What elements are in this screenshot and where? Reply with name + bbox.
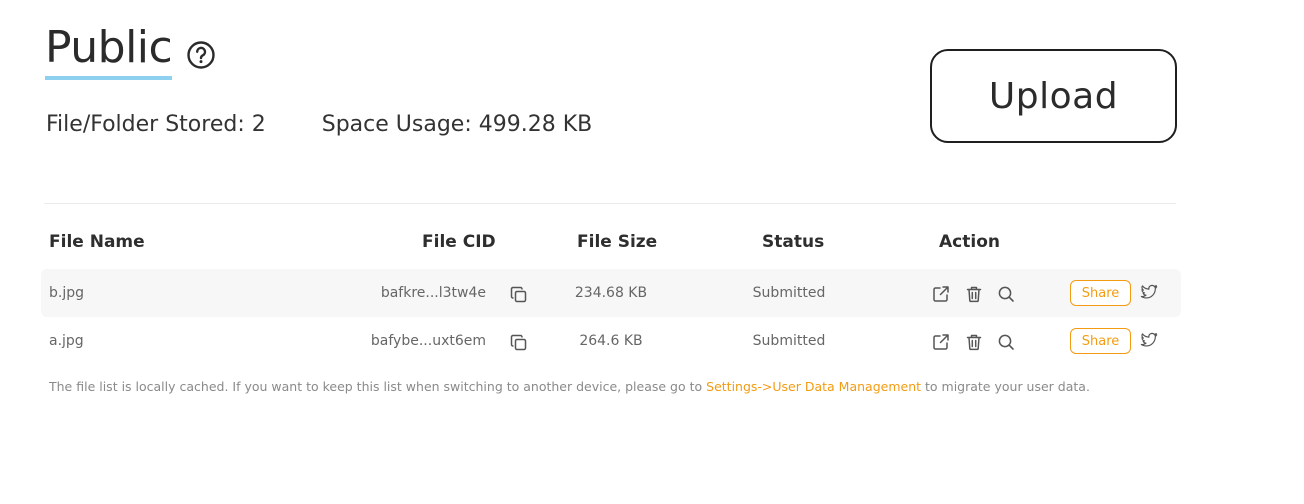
public-files-page: Public File/Folder Stored: 2 Space Usage… (0, 0, 1304, 504)
file-cid: bafkre...l3tw4e (380, 285, 486, 301)
copy-icon[interactable] (509, 285, 529, 305)
table-row: a.jpg bafybe...uxt6em 264.6 KB Submitted… (41, 317, 1181, 365)
copy-icon[interactable] (509, 333, 529, 353)
file-name: a.jpg (49, 333, 84, 349)
file-status: Submitted (752, 333, 826, 349)
share-button[interactable]: Share (1070, 328, 1131, 354)
storage-stats: File/Folder Stored: 2 Space Usage: 499.2… (46, 112, 592, 137)
table-header: File Name File CID File Size Status Acti… (41, 228, 1181, 258)
footnote-text: The file list is locally cached. If you … (49, 379, 707, 394)
files-stored-value: 2 (251, 112, 266, 137)
question-circle-icon[interactable] (186, 40, 216, 70)
space-usage-value: 499.28 KB (478, 112, 593, 137)
column-header-file-name: File Name (49, 232, 145, 252)
divider (44, 203, 1176, 204)
column-header-file-cid: File CID (422, 232, 496, 252)
external-link-icon[interactable] (931, 332, 951, 352)
external-link-icon[interactable] (931, 284, 951, 304)
table-row: b.jpg bafkre...l3tw4e 234.68 KB Submitte… (41, 269, 1181, 317)
page-title: Public (45, 22, 173, 80)
column-header-file-size: File Size (577, 232, 658, 252)
trash-icon[interactable] (964, 284, 984, 304)
files-stored-stat: File/Folder Stored: 2 (46, 112, 266, 137)
column-header-action: Action (939, 232, 1000, 252)
space-usage-stat: Space Usage: 499.28 KB (322, 112, 593, 137)
file-size: 234.68 KB (574, 285, 648, 301)
settings-user-data-link[interactable]: Settings->User Data Management (706, 379, 921, 394)
space-usage-label: Space Usage: (321, 112, 472, 137)
file-cid: bafybe...uxt6em (370, 333, 486, 349)
upload-button[interactable]: Upload (930, 49, 1177, 143)
twitter-icon[interactable] (1139, 282, 1159, 302)
cache-footnote: The file list is locally cached. If you … (49, 379, 1090, 394)
search-icon[interactable] (996, 332, 1016, 352)
search-icon[interactable] (996, 284, 1016, 304)
share-button[interactable]: Share (1070, 280, 1131, 306)
file-status: Submitted (752, 285, 826, 301)
twitter-icon[interactable] (1139, 330, 1159, 350)
footnote-text-end: to migrate your user data. (921, 379, 1090, 394)
trash-icon[interactable] (964, 332, 984, 352)
title-area: Public (45, 22, 216, 80)
file-name: b.jpg (49, 285, 84, 301)
column-header-status: Status (762, 232, 825, 252)
files-stored-label: File/Folder Stored: (46, 112, 245, 137)
file-size: 264.6 KB (579, 333, 643, 349)
